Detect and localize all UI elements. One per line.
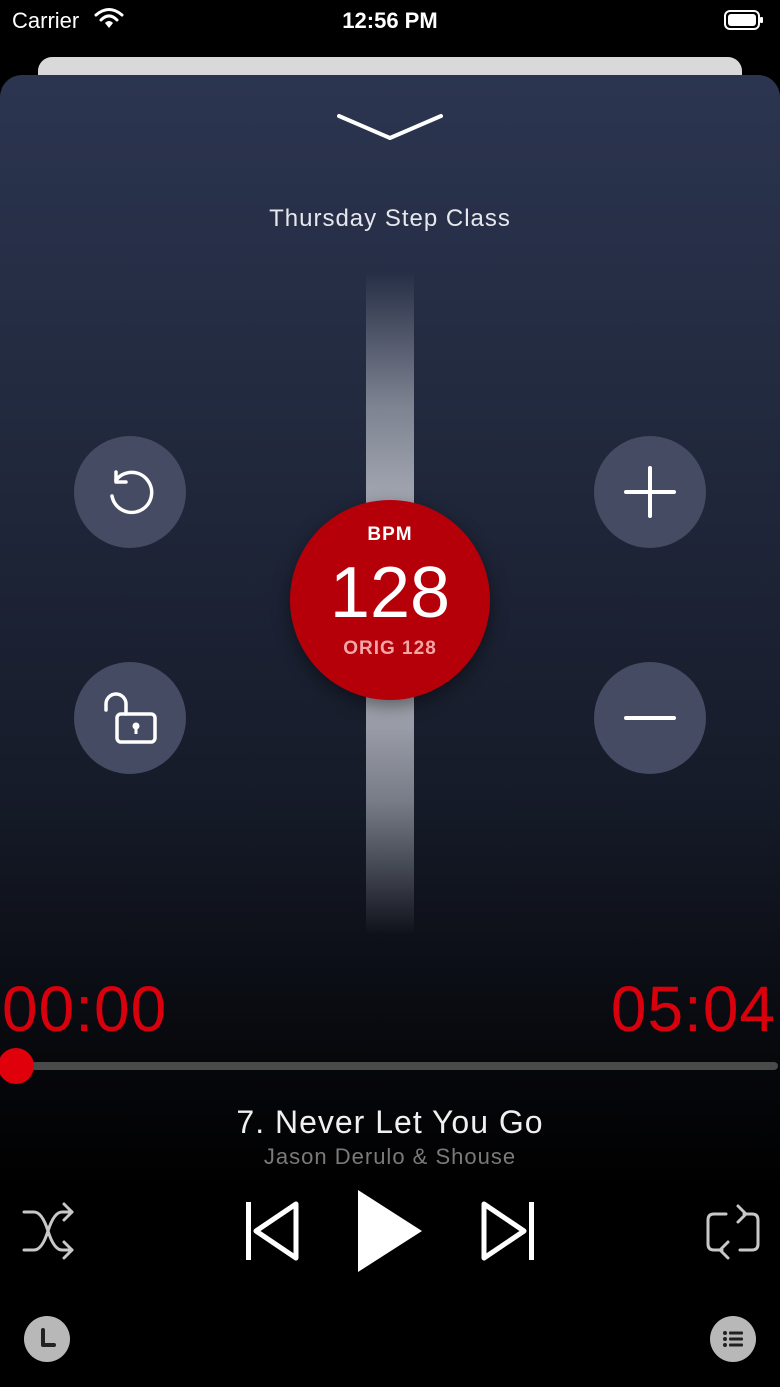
track-title: 7. Never Let You Go: [236, 1104, 544, 1140]
repeat-icon[interactable]: [704, 1202, 762, 1260]
bpm-dial[interactable]: BPM 128 ORIG 128: [290, 500, 490, 700]
shuffle-icon[interactable]: [20, 1200, 76, 1262]
chevron-down-icon[interactable]: [337, 110, 443, 146]
progress-bar[interactable]: [16, 1062, 778, 1070]
reset-tempo-button[interactable]: [74, 436, 186, 548]
bpm-value: 128: [329, 553, 451, 633]
tempo-lock-button[interactable]: [74, 662, 186, 774]
status-bar: Carrier 12:56 PM: [0, 0, 780, 44]
history-button[interactable]: [24, 1316, 70, 1362]
original-bpm: ORIG 128: [343, 638, 437, 659]
status-time: 12:56 PM: [342, 8, 438, 33]
queue-button[interactable]: [710, 1316, 756, 1362]
decrease-tempo-button[interactable]: [594, 662, 706, 774]
bpm-label: BPM: [367, 524, 413, 545]
skip-back-icon[interactable]: [240, 1198, 302, 1264]
play-icon[interactable]: [352, 1186, 426, 1276]
plus-icon: [624, 466, 676, 518]
list-icon: [723, 1331, 743, 1347]
battery-icon: [724, 10, 763, 30]
minus-icon: [624, 716, 676, 720]
increase-tempo-button[interactable]: [594, 436, 706, 548]
track-artist: Jason Derulo & Shouse: [263, 1144, 517, 1169]
skip-forward-icon[interactable]: [478, 1198, 540, 1264]
playlist-title: Thursday Step Class: [269, 205, 511, 232]
history-icon: [41, 1328, 56, 1347]
elapsed-time: 00:00: [2, 973, 168, 1045]
unlock-icon: [104, 692, 157, 744]
remaining-time: 05:04: [610, 973, 776, 1045]
reset-icon: [110, 470, 154, 515]
